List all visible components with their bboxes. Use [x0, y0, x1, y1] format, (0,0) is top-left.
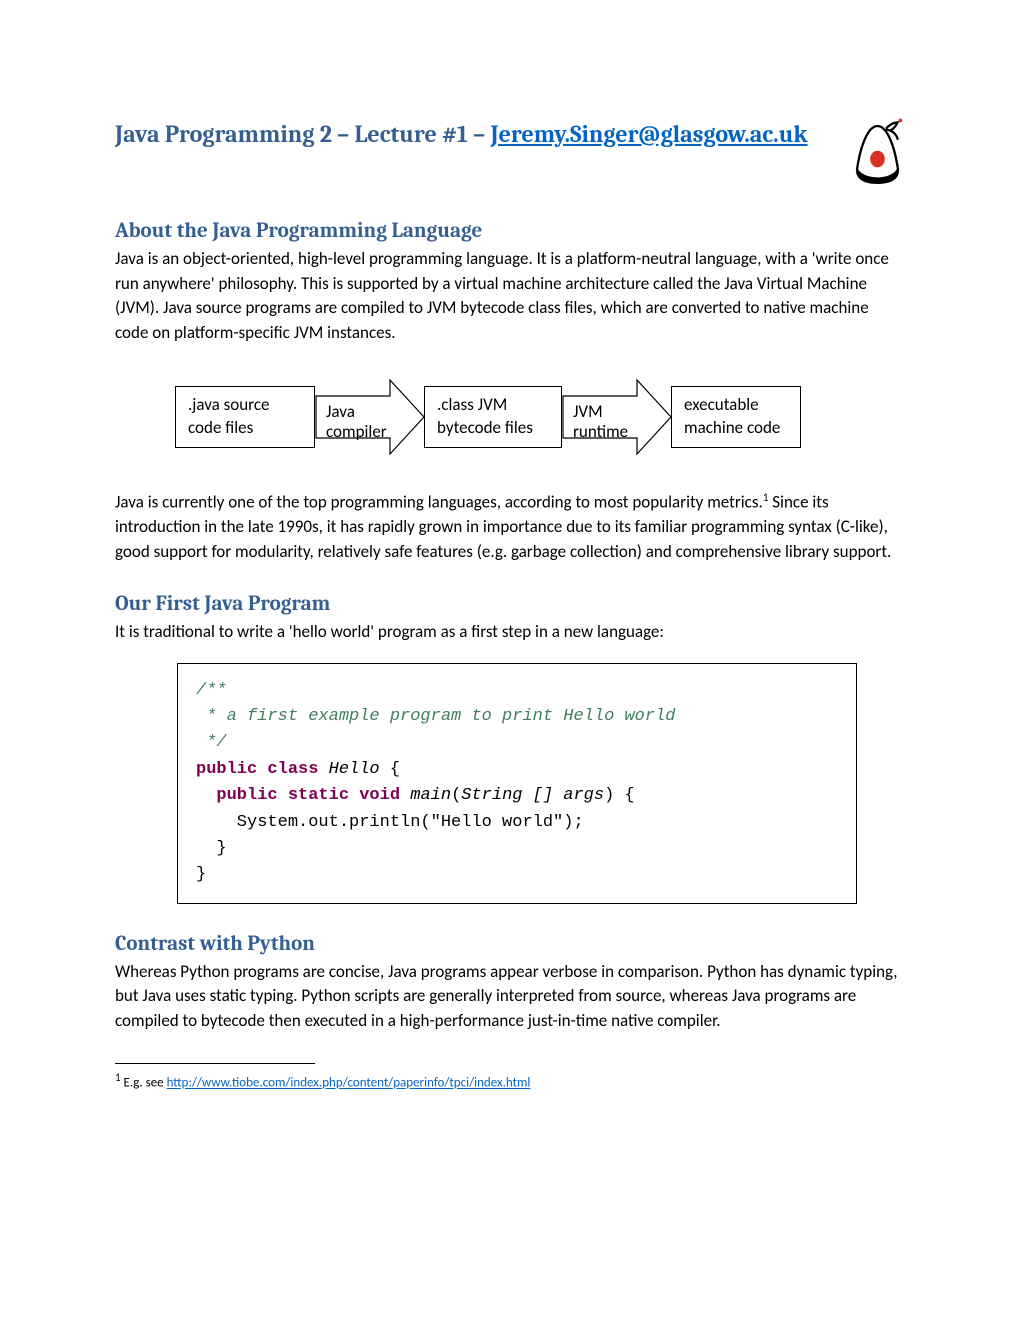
- first-paragraph: It is traditional to write a 'hello worl…: [115, 620, 905, 645]
- page-title: Java Programming 2 – Lecture #1 – Jeremy…: [115, 120, 807, 148]
- section-heading-first: Our First Java Program: [115, 592, 905, 616]
- code-comment-line: * a first example program to print Hello…: [196, 707, 675, 726]
- code-keyword: public static void: [216, 786, 400, 805]
- header-row: Java Programming 2 – Lecture #1 – Jeremy…: [115, 120, 905, 191]
- section-heading-about: About the Java Programming Language: [115, 219, 905, 243]
- code-close1: }: [196, 839, 227, 858]
- code-brace: {: [380, 760, 400, 779]
- text-before-ref: Java is currently one of the top program…: [115, 491, 763, 512]
- code-classname: Hello: [318, 760, 379, 779]
- diagram-arrow-compiler: Java compiler: [312, 374, 427, 460]
- section-heading-contrast: Contrast with Python: [115, 932, 905, 956]
- code-keyword: public class: [196, 760, 318, 779]
- contrast-paragraph: Whereas Python programs are concise, Jav…: [115, 960, 905, 1034]
- code-params: String [] args: [461, 786, 604, 805]
- footnote-prefix: E.g. see: [121, 1076, 167, 1091]
- code-comment-line: */: [196, 733, 227, 752]
- footnote-rule: [115, 1063, 315, 1064]
- diagram-box-executable: executable machine code: [671, 386, 801, 448]
- code-println: System.out.println("Hello world");: [196, 813, 584, 832]
- footnote-link[interactable]: http://www.tiobe.com/index.php/content/p…: [167, 1076, 531, 1091]
- diagram-box-bytecode: .class JVM bytecode files: [424, 386, 562, 448]
- arrow-label-compiler: Java compiler: [326, 402, 388, 442]
- diagram-box-source: .java source code files: [175, 386, 315, 448]
- footnote: 1 E.g. see http://www.tiobe.com/index.ph…: [115, 1070, 905, 1093]
- page: Java Programming 2 – Lecture #1 – Jeremy…: [0, 0, 1020, 1320]
- code-method: main: [400, 786, 451, 805]
- java-duke-icon: [850, 116, 905, 191]
- code-comment-line: /**: [196, 681, 227, 700]
- about-paragraph: Java is an object-oriented, high-level p…: [115, 247, 905, 346]
- code-params-open: (: [451, 786, 461, 805]
- compilation-diagram: .java source code files Java compiler .c…: [115, 374, 905, 460]
- code-listing: /** * a first example program to print H…: [177, 663, 857, 904]
- arrow-label-runtime: JVM runtime: [573, 402, 635, 442]
- code-pre: /** * a first example program to print H…: [196, 678, 838, 889]
- title-prefix: Java Programming 2 – Lecture #1 –: [115, 120, 490, 148]
- code-close2: }: [196, 865, 206, 884]
- title-email-link[interactable]: Jeremy.Singer@glasgow.ac.uk: [490, 120, 807, 148]
- diagram-arrow-runtime: JVM runtime: [559, 374, 674, 460]
- code-params-close: ) {: [604, 786, 635, 805]
- about-paragraph-2: Java is currently one of the top program…: [115, 490, 905, 565]
